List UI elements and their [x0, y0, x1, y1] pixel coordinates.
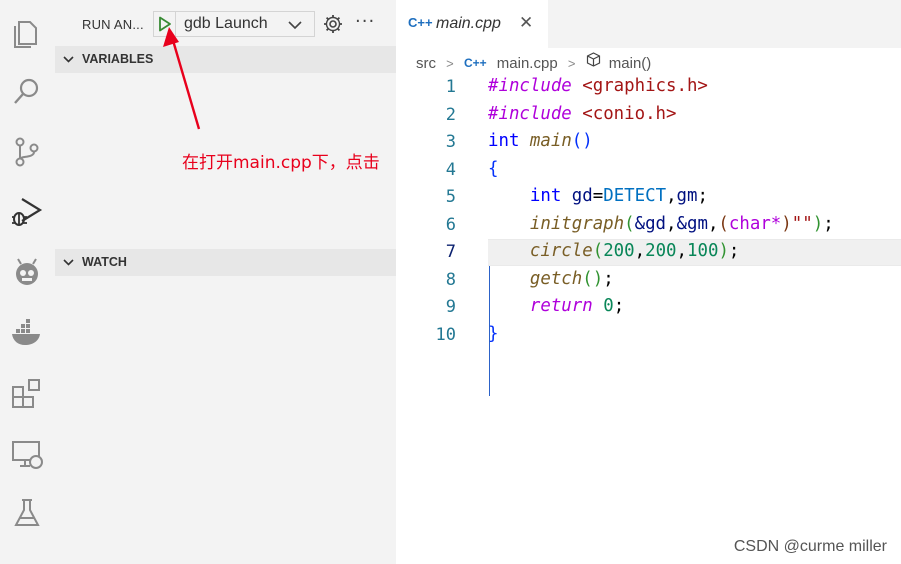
line-number: 10 — [435, 324, 456, 345]
line-code: #include <conio.h> — [488, 103, 677, 124]
chevron-right-icon: > — [567, 55, 576, 71]
line-number: 9 — [445, 297, 456, 317]
editor: C++ main.cpp ✕ src > C++ main.cpp > main… — [396, 0, 901, 564]
watch-section-title: WATCH — [82, 255, 127, 269]
chevron-down-icon — [288, 21, 302, 30]
cpp-file-icon: C++ — [408, 15, 433, 30]
platformio-icon[interactable] — [10, 256, 44, 290]
code-line: 4 { — [396, 157, 901, 184]
testing-icon[interactable] — [10, 496, 44, 530]
line-number: 8 — [445, 269, 456, 290]
code-line: 5 int gd=DETECT,gm; — [396, 184, 901, 211]
tab-main-cpp[interactable]: C++ main.cpp ✕ — [396, 0, 548, 48]
close-icon[interactable]: ✕ — [519, 13, 533, 33]
line-code: #include <graphics.h> — [488, 76, 708, 96]
code-line: 8 getch(); — [396, 267, 901, 294]
source-control-icon[interactable] — [10, 135, 44, 169]
chevron-down-icon — [63, 259, 74, 266]
line-code: circle(200,200,100); — [529, 241, 740, 261]
code-line: 2 #include <conio.h> — [396, 102, 901, 129]
search-icon[interactable] — [10, 74, 44, 108]
line-number: 4 — [445, 159, 456, 180]
line-code: int main() — [488, 131, 593, 151]
line-code: initgraph(&gd,&gm,(char*)""); — [529, 213, 834, 234]
code-line: 9 return 0; — [396, 294, 901, 321]
method-cube-icon — [586, 52, 600, 67]
line-code: } — [488, 323, 499, 344]
line-code: return 0; — [529, 296, 625, 316]
code-line: 3 int main() — [396, 129, 901, 156]
line-number: 6 — [445, 214, 456, 235]
annotation-text: 在打开main.cpp下，点击 — [182, 153, 380, 173]
breadcrumb-file[interactable]: main.cpp — [497, 55, 558, 72]
breadcrumb: src > C++ main.cpp > main() — [416, 52, 652, 72]
watermark: CSDN @curme miller — [733, 538, 887, 555]
run-debug-icon[interactable] — [10, 195, 44, 229]
docker-icon[interactable] — [10, 316, 44, 350]
sidebar-title: RUN AN... — [82, 17, 144, 32]
more-actions-button[interactable]: ··· — [355, 11, 375, 32]
extensions-icon[interactable] — [10, 376, 44, 410]
breadcrumb-folder[interactable]: src — [416, 55, 436, 72]
line-code: int gd=DETECT,gm; — [529, 186, 708, 206]
line-number: 7 — [445, 242, 456, 262]
chevron-right-icon: > — [446, 55, 454, 71]
code-line: 10 } — [396, 322, 901, 349]
line-number: 2 — [445, 104, 456, 125]
cpp-file-icon: C++ — [463, 56, 487, 71]
line-number: 5 — [445, 187, 456, 207]
variables-section-header[interactable]: VARIABLES — [55, 46, 396, 73]
line-number: 1 — [445, 77, 456, 97]
annotation-arrow-icon — [163, 27, 201, 130]
line-code: { — [488, 158, 499, 179]
files-icon[interactable] — [10, 16, 44, 50]
tab-label: main.cpp — [436, 15, 501, 32]
line-code: getch(); — [529, 268, 614, 289]
code-line: 1 #include <graphics.h> — [396, 74, 901, 101]
activity-bar — [0, 0, 55, 564]
line-number: 3 — [445, 132, 456, 152]
variables-section-title: VARIABLES — [82, 52, 154, 66]
gear-icon[interactable] — [322, 13, 344, 35]
remote-explorer-icon[interactable] — [10, 437, 44, 471]
code-line: 6 initgraph(&gd,&gm,(char*)""); — [396, 212, 901, 239]
tab-bar: C++ main.cpp ✕ — [396, 0, 901, 48]
run-debug-sidebar: RUN AN... gdb Launch ··· VARIABLES WATCH — [55, 0, 396, 564]
breadcrumb-symbol[interactable]: main() — [609, 55, 652, 72]
watch-section-header[interactable]: WATCH — [55, 249, 396, 276]
run-debug-header: RUN AN... gdb Launch ··· — [55, 0, 396, 48]
code-line-active: 7 circle(200,200,100); — [396, 239, 901, 266]
chevron-down-icon — [63, 56, 74, 63]
